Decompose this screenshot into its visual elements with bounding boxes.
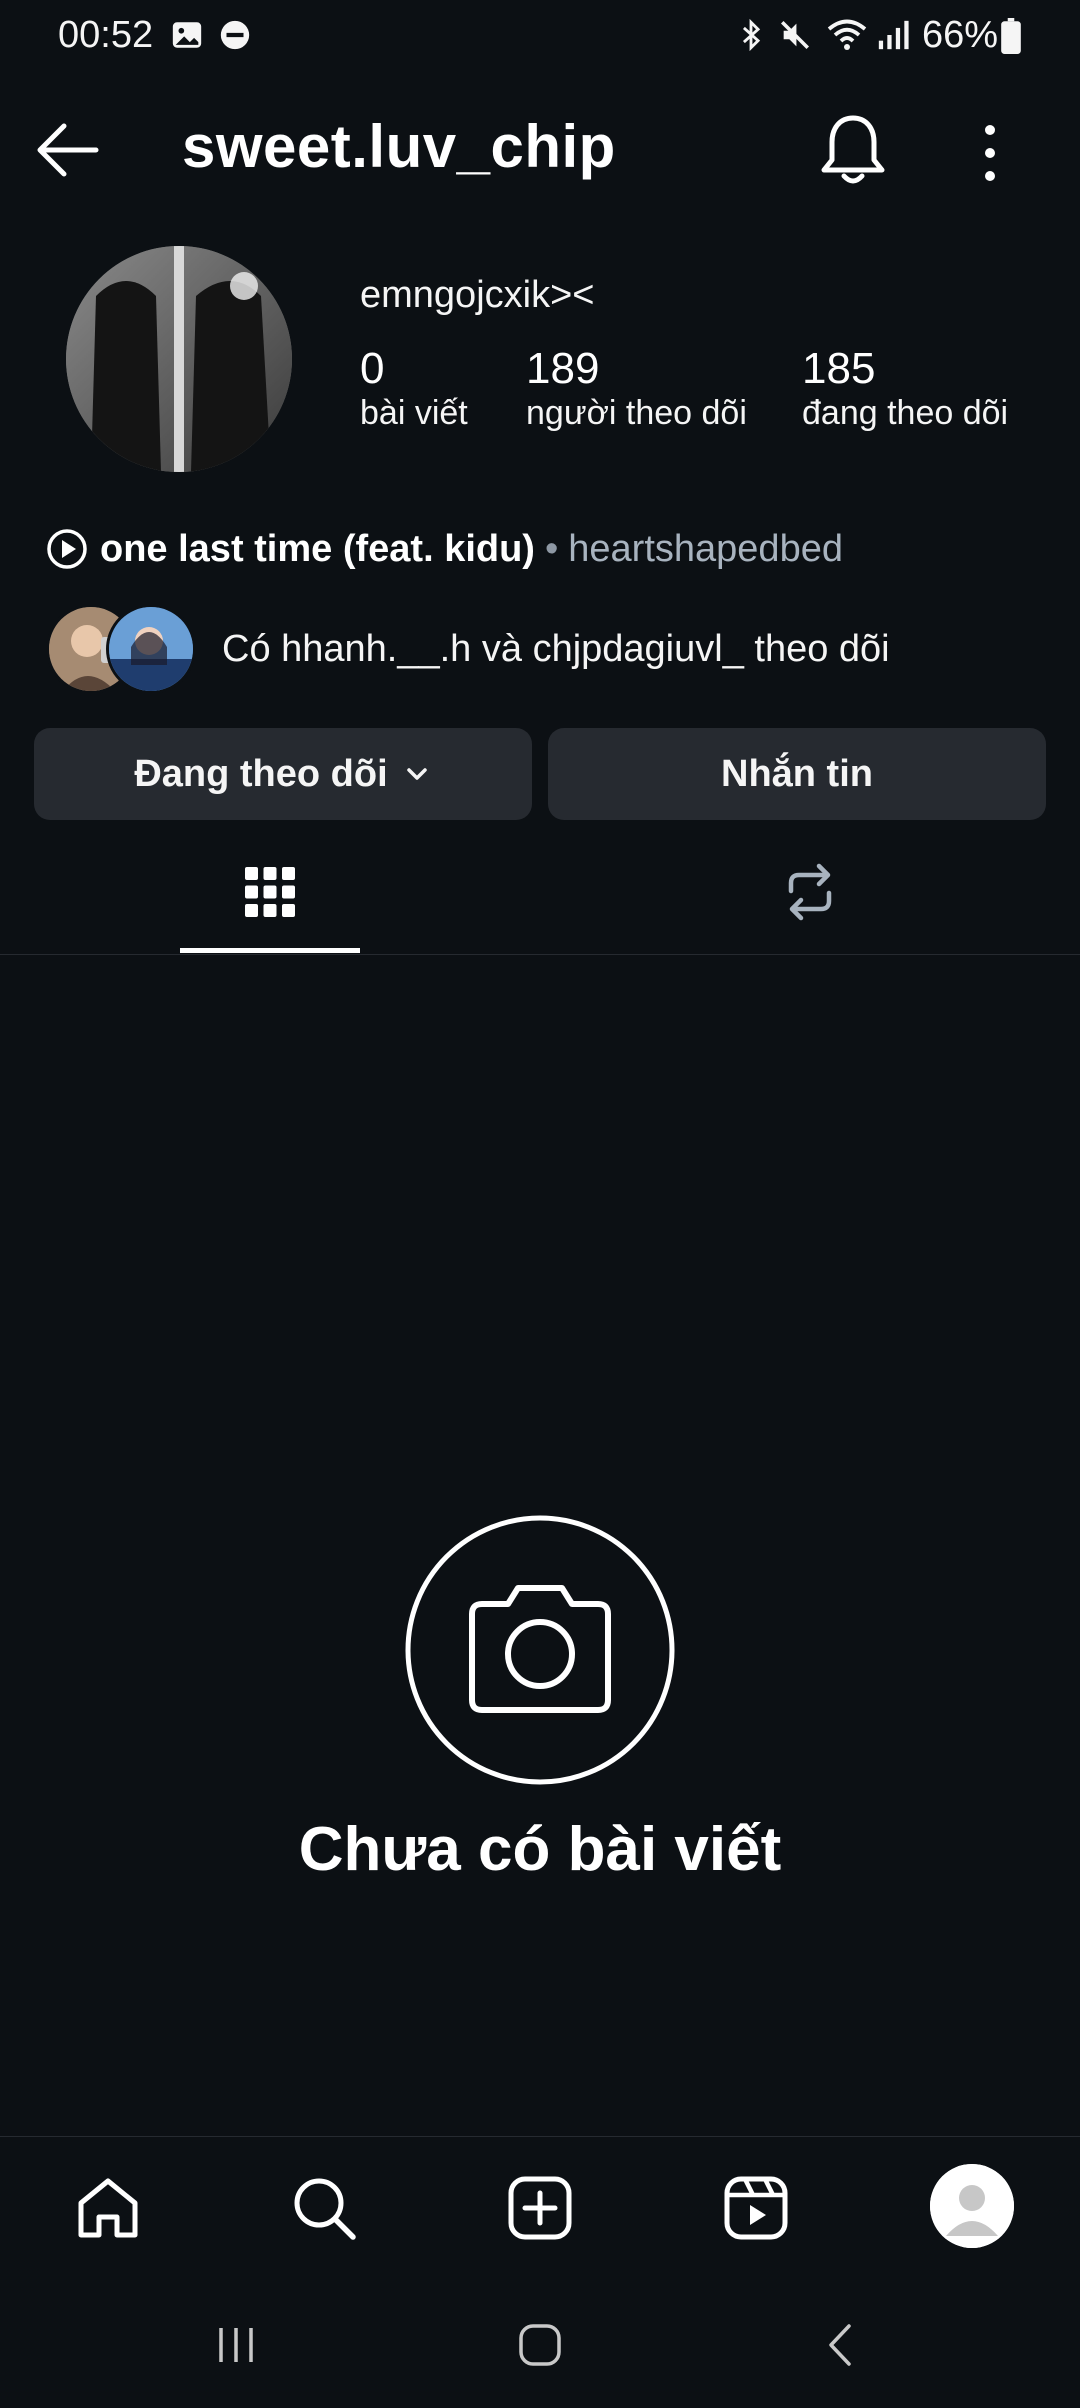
stat-followers-value: 189 [526,344,600,393]
signal-icon [878,20,909,50]
gallery-icon [172,22,202,48]
profile-header: sweet.luv_chip [0,100,1080,200]
music-artist: heartshapedbed [568,527,843,570]
profile-photo [66,246,292,472]
bottom-nav-divider [0,2136,1080,2137]
search-icon [294,2178,356,2240]
mutual-avatar [106,604,196,694]
mutual-followers-text: Có hhanh.__.h và chjpdagiuvl_ theo dõi [222,627,890,670]
stat-followers-label: người theo dõi [526,394,747,432]
stat-posts-value: 0 [360,344,385,393]
mute-icon [780,20,810,50]
message-button[interactable]: Nhắn tin [548,728,1046,820]
camera-icon [405,1515,675,1785]
profile-full-name: emngojcxik>< [360,274,595,316]
music-separator: • [544,527,559,570]
bell-icon[interactable] [818,112,888,188]
stat-following-label: đang theo dõi [802,394,1009,432]
recent-apps-icon [219,2328,253,2362]
stat-following[interactable]: 185 đang theo dõi [802,344,1008,433]
reposts-icon [788,863,832,921]
profile-avatar[interactable] [66,246,292,472]
message-button-label: Nhắn tin [721,752,873,795]
profile-music[interactable]: one last time (feat. kidu) • heartshaped… [46,524,843,574]
mutual-followers[interactable]: Có hhanh.__.h và chjpdagiuvl_ theo dõi [46,604,890,694]
stat-posts[interactable]: 0 bài viết [360,344,468,433]
empty-state-title: Chưa có bài viết [298,1815,782,1884]
status-bar: 00:52 66% [0,0,1080,72]
nav-home[interactable] [68,2168,148,2248]
back-arrow-icon[interactable] [34,120,100,180]
home-square-icon [519,2324,561,2366]
home-icon [78,2178,138,2238]
play-circle-icon [47,529,87,569]
chevron-left-icon [829,2324,851,2366]
battery-icon [1001,18,1021,54]
following-button-label: Đang theo dõi [134,752,388,795]
music-title: one last time (feat. kidu) [100,527,535,570]
following-button[interactable]: Đang theo dõi [34,728,532,820]
mutual-avatars [46,604,198,694]
nav-profile[interactable] [930,2164,1014,2248]
home-button[interactable] [500,2310,580,2380]
bluetooth-icon [742,18,761,52]
stat-posts-label: bài viết [360,394,468,432]
wifi-icon [827,19,867,50]
chevron-down-icon [406,768,427,780]
status-time: 00:52 [58,14,154,56]
stat-following-value: 185 [802,344,876,393]
recent-apps-button[interactable] [196,2310,276,2380]
stat-followers[interactable]: 189 người theo dõi [526,344,747,433]
nav-reels[interactable] [716,2168,796,2248]
battery-percent: 66% [922,14,999,56]
active-tab-indicator [180,948,360,953]
more-options-icon[interactable] [960,118,1020,188]
tabs-divider [0,954,1080,955]
profile-avatar [930,2164,1014,2248]
back-button[interactable] [802,2310,882,2380]
nav-search[interactable] [284,2168,364,2248]
create-icon [508,2176,572,2240]
dnd-icon [220,20,250,50]
nav-create[interactable] [500,2168,580,2248]
reels-icon [724,2176,788,2240]
grid-icon [245,867,295,917]
tab-posts-grid[interactable] [0,830,540,954]
tab-reposts[interactable] [540,830,1080,954]
page-title: sweet.luv_chip [182,113,616,180]
